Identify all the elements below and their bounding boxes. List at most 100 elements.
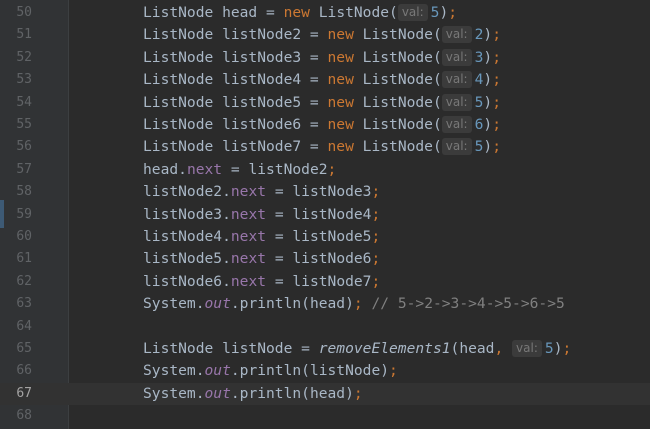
code-line[interactable]: 55 ListNode listNode6 = new ListNode(val:…	[0, 114, 650, 136]
code-token: ;	[353, 295, 363, 313]
code-line[interactable]: 56 ListNode listNode7 = new ListNode(val:…	[0, 136, 650, 158]
code-token: out	[204, 362, 231, 380]
code-token: = listNode3	[266, 183, 372, 201]
code-text[interactable]: System.out.println(head);	[143, 383, 363, 405]
code-line[interactable]: 58 listNode2.next = listNode3;	[0, 181, 650, 203]
code-line[interactable]: 50 ListNode head = new ListNode(val: 5);	[0, 2, 650, 24]
line-number[interactable]: 52	[0, 47, 32, 69]
code-line[interactable]: 51 ListNode listNode2 = new ListNode(val:…	[0, 24, 650, 46]
code-token: next	[230, 228, 267, 245]
code-token: )	[439, 4, 449, 21]
code-text[interactable]: ListNode listNode3 = new ListNode(val: 3)…	[143, 47, 501, 69]
parameter-hint: val:	[397, 4, 428, 21]
code-text[interactable]: ListNode listNode2 = new ListNode(val: 2)…	[143, 24, 501, 46]
code-text[interactable]: ListNode listNode = removeElements1(head…	[143, 338, 571, 360]
line-number[interactable]: 64	[0, 316, 32, 338]
line-number[interactable]: 62	[0, 271, 32, 293]
code-line[interactable]: 57 head.next = listNode2;	[0, 159, 650, 181]
code-text[interactable]: listNode3.next = listNode4;	[143, 204, 380, 226]
line-number[interactable]: 63	[0, 293, 32, 315]
line-number[interactable]: 58	[0, 181, 32, 203]
code-token: = listNode7	[266, 272, 372, 290]
parameter-hint: val:	[441, 48, 472, 66]
line-number[interactable]: 68	[0, 405, 32, 427]
code-text[interactable]: ListNode listNode7 = new ListNode(val: 5)…	[143, 136, 501, 158]
code-text[interactable]: ListNode listNode6 = new ListNode(val: 6)…	[143, 114, 501, 136]
code-token: = listNode5	[266, 228, 372, 245]
code-token: ;	[371, 205, 381, 223]
code-line[interactable]: 61 listNode5.next = listNode6;	[0, 248, 650, 270]
code-text[interactable]: listNode4.next = listNode5;	[143, 226, 380, 248]
code-token: (head	[450, 340, 495, 357]
code-token: out	[204, 384, 231, 402]
code-line[interactable]: 68	[0, 405, 650, 427]
code-token: new	[327, 138, 363, 156]
code-token: // 5->2->3->4->5->6->5	[362, 295, 565, 313]
code-token: ListNode head =	[143, 4, 284, 21]
code-token: listNode3.	[143, 205, 231, 223]
line-number[interactable]: 51	[0, 24, 32, 46]
code-token: ;	[448, 4, 458, 21]
code-text[interactable]: ListNode head = new ListNode(val: 5);	[143, 2, 457, 24]
code-line[interactable]: 66 System.out.println(listNode);	[0, 360, 650, 382]
code-line[interactable]: 62 listNode6.next = listNode7;	[0, 271, 650, 293]
code-token: new	[327, 116, 363, 133]
code-token: next	[230, 205, 267, 223]
code-token: ListNode(	[362, 116, 442, 133]
line-number[interactable]: 50	[0, 2, 32, 24]
code-line[interactable]: 67 System.out.println(head);	[0, 382, 650, 406]
code-line[interactable]: 63 System.out.println(head); // 5->2->3->…	[0, 293, 650, 315]
code-text[interactable]: listNode2.next = listNode3;	[143, 181, 380, 203]
line-number[interactable]: 59	[0, 204, 32, 226]
line-number[interactable]: 65	[0, 338, 32, 360]
code-token: new	[327, 71, 363, 89]
code-token: ;	[492, 26, 501, 44]
code-text[interactable]: System.out.println(head); // 5->2->3->4-…	[143, 293, 565, 315]
code-text[interactable]: ListNode listNode5 = new ListNode(val: 5)…	[143, 92, 501, 114]
code-token: ListNode(	[318, 4, 398, 21]
code-line[interactable]: 64	[0, 316, 650, 338]
line-number[interactable]: 57	[0, 159, 32, 181]
code-line[interactable]: 52 ListNode listNode3 = new ListNode(val:…	[0, 47, 650, 69]
code-text[interactable]: System.out.println(listNode);	[143, 360, 398, 382]
code-token: )	[483, 93, 493, 111]
code-text[interactable]: listNode5.next = listNode6;	[143, 248, 380, 270]
parameter-hint: val:	[512, 340, 542, 357]
code-token: System.	[143, 384, 205, 402]
code-line[interactable]: 65 ListNode listNode = removeElements1(he…	[0, 338, 650, 360]
parameter-hint: val:	[441, 138, 472, 156]
code-token: ListNode listNode =	[143, 340, 319, 357]
code-text[interactable]: head.next = listNode2;	[143, 159, 336, 181]
code-token: ListNode listNode2 =	[143, 26, 328, 44]
code-line[interactable]: 54 ListNode listNode5 = new ListNode(val:…	[0, 92, 650, 114]
code-token: new	[327, 48, 363, 66]
code-token: listNode5.	[143, 250, 231, 268]
parameter-hint: val:	[441, 71, 472, 89]
code-line[interactable]: 59 listNode3.next = listNode4;	[0, 204, 650, 226]
code-token: listNode2.	[143, 183, 231, 201]
code-token: ListNode listNode3 =	[143, 48, 328, 66]
code-line[interactable]: 53 ListNode listNode4 = new ListNode(val:…	[0, 69, 650, 91]
line-number[interactable]: 61	[0, 248, 32, 270]
line-number[interactable]: 56	[0, 136, 32, 158]
code-token: ;	[492, 48, 501, 66]
code-token: )	[483, 138, 493, 156]
parameter-hint: val:	[441, 26, 472, 44]
line-number[interactable]: 54	[0, 92, 32, 114]
code-text[interactable]: listNode6.next = listNode7;	[143, 271, 380, 293]
code-line[interactable]: 60 listNode4.next = listNode5;	[0, 226, 650, 248]
code-token: new	[327, 93, 363, 111]
code-text[interactable]: ListNode listNode4 = new ListNode(val: 4)…	[143, 69, 501, 91]
code-token: )	[483, 71, 493, 89]
code-token: ;	[492, 138, 501, 156]
line-number[interactable]: 67	[0, 383, 32, 405]
code-token: ;	[492, 71, 501, 89]
line-number[interactable]: 66	[0, 360, 32, 382]
code-token: = listNode4	[266, 205, 372, 223]
code-token: = listNode2	[222, 160, 328, 178]
line-number[interactable]: 60	[0, 226, 32, 248]
code-editor[interactable]: 50 ListNode head = new ListNode(val: 5); 51…	[0, 0, 650, 429]
code-token: new	[283, 4, 319, 21]
line-number[interactable]: 53	[0, 69, 32, 91]
line-number[interactable]: 55	[0, 114, 32, 136]
